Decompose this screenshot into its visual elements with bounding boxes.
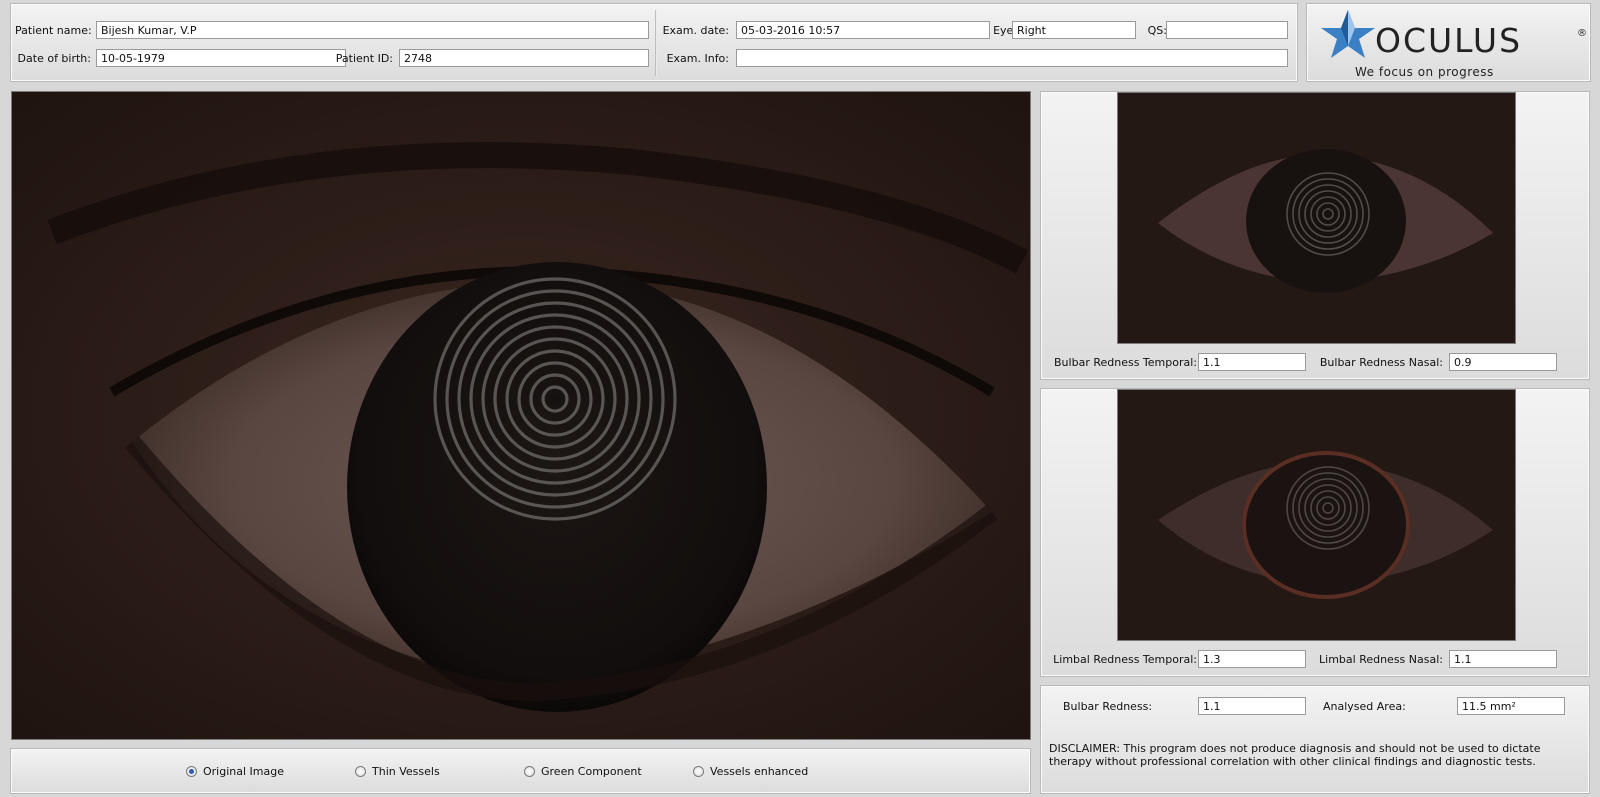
radio-green-component-label: Green Component	[541, 765, 642, 778]
bulbar-redness-field[interactable]: 1.1	[1198, 697, 1306, 715]
radio-original-image-indicator[interactable]	[186, 766, 197, 777]
limbal-nasal-label: Limbal Redness Nasal:	[1319, 653, 1443, 666]
radio-original-image[interactable]: Original Image	[186, 765, 284, 778]
oculus-tagline: We focus on progress	[1355, 65, 1494, 79]
radio-thin-vessels-label: Thin Vessels	[372, 765, 440, 778]
patient-header-panel: Patient name: Bijesh Kumar, V.P Date of …	[10, 3, 1298, 82]
radio-thin-vessels[interactable]: Thin Vessels	[355, 765, 440, 778]
patient-id-label: Patient ID:	[335, 52, 393, 65]
limbal-temporal-field[interactable]: 1.3	[1198, 650, 1306, 668]
patient-id-field[interactable]: 2748	[399, 49, 649, 67]
limbal-eye-image	[1117, 389, 1516, 641]
radio-vessels-enhanced-indicator[interactable]	[693, 766, 704, 777]
bulbar-redness-panel: Bulbar Redness Temporal: 1.1 Bulbar Redn…	[1040, 91, 1590, 380]
limbal-nasal-field[interactable]: 1.1	[1449, 650, 1557, 668]
header-separator	[655, 10, 657, 76]
main-eye-image	[11, 91, 1031, 740]
patient-name-field[interactable]: Bijesh Kumar, V.P	[96, 21, 649, 39]
eye-field[interactable]: Right	[1012, 21, 1136, 39]
radio-thin-vessels-indicator[interactable]	[355, 766, 366, 777]
bulbar-temporal-field[interactable]: 1.1	[1198, 353, 1306, 371]
limbal-redness-panel: Limbal Redness Temporal: 1.3 Limbal Redn…	[1040, 388, 1590, 677]
exam-info-label: Exam. Info:	[666, 52, 729, 65]
bulbar-nasal-field[interactable]: 0.9	[1449, 353, 1557, 371]
bulbar-redness-label: Bulbar Redness:	[1063, 700, 1153, 713]
view-options-panel: Original Image Thin Vessels Green Compon…	[10, 748, 1031, 794]
exam-date-label: Exam. date:	[662, 24, 729, 37]
radio-vessels-enhanced-label: Vessels enhanced	[710, 765, 809, 778]
radio-green-component[interactable]: Green Component	[524, 765, 642, 778]
exam-date-field[interactable]: 05-03-2016 10:57	[736, 21, 990, 39]
summary-panel: Bulbar Redness: 1.1 Analysed Area: 11.5 …	[1040, 685, 1590, 794]
limbal-temporal-label: Limbal Redness Temporal:	[1053, 653, 1197, 666]
analysed-area-label: Analysed Area:	[1323, 700, 1406, 713]
disclaimer-text: DISCLAIMER: This program does not produc…	[1049, 742, 1541, 768]
logo-panel: OCULUS ® We focus on progress	[1306, 3, 1591, 82]
oculus-star-logo-icon	[1321, 10, 1375, 58]
dob-label: Date of birth:	[17, 52, 91, 65]
bulbar-eye-image	[1117, 92, 1516, 344]
dob-field[interactable]: 10-05-1979	[96, 49, 346, 67]
eye-label: Eye:	[993, 24, 1017, 37]
bulbar-eye-photo	[1118, 93, 1515, 343]
exam-info-field[interactable]	[736, 49, 1288, 67]
registered-mark: ®	[1577, 28, 1587, 39]
limbal-eye-photo	[1118, 390, 1515, 640]
main-eye-photo	[12, 92, 1030, 739]
patient-name-label: Patient name:	[15, 24, 92, 37]
qs-label: QS:	[1147, 24, 1167, 37]
analysed-area-field[interactable]: 11.5 mm²	[1457, 697, 1565, 715]
radio-original-image-label: Original Image	[203, 765, 284, 778]
radio-green-component-indicator[interactable]	[524, 766, 535, 777]
bulbar-temporal-label: Bulbar Redness Temporal:	[1054, 356, 1197, 369]
radio-vessels-enhanced[interactable]: Vessels enhanced	[693, 765, 808, 778]
oculus-brand: OCULUS	[1375, 21, 1523, 60]
bulbar-nasal-label: Bulbar Redness Nasal:	[1319, 356, 1443, 369]
qs-field[interactable]	[1166, 21, 1288, 39]
